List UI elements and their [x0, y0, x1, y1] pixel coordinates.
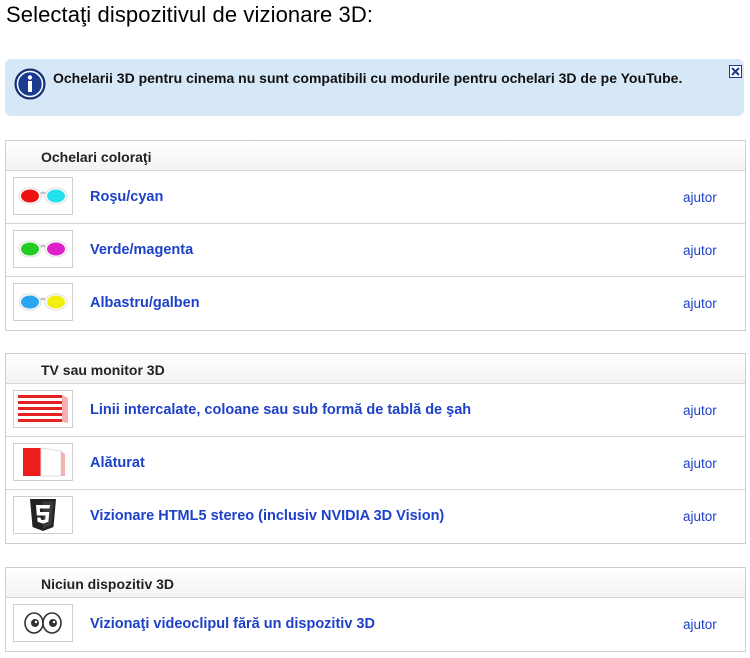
interlaced-lines-icon [13, 390, 73, 428]
group-header: Ochelari coloraţi [6, 141, 745, 171]
option-label[interactable]: Roşu/cyan [90, 189, 163, 205]
help-link[interactable]: ajutor [683, 243, 717, 258]
option-label[interactable]: Alăturat [90, 455, 145, 471]
option-label[interactable]: Linii intercalate, coloane sau sub formă… [90, 402, 471, 418]
group-header: TV sau monitor 3D [6, 354, 745, 384]
option-label[interactable]: Vizionaţi videoclipul fără un dispozitiv… [90, 616, 375, 632]
group-colored-glasses: Ochelari coloraţi Roşu/cyan ajutor Verde… [5, 140, 746, 331]
help-link[interactable]: ajutor [683, 296, 717, 311]
help-link[interactable]: ajutor [683, 456, 717, 471]
red-cyan-glasses-icon [13, 177, 73, 215]
option-interlaced[interactable]: Linii intercalate, coloane sau sub formă… [6, 384, 745, 437]
info-icon [14, 68, 46, 100]
page-title: Selectaţi dispozitivul de vizionare 3D: [6, 2, 374, 27]
group-no-3d-device: Niciun dispozitiv 3D Vizionaţi videoclip… [5, 567, 746, 652]
info-banner: Ochelarii 3D pentru cinema nu sunt compa… [5, 59, 744, 116]
option-label[interactable]: Vizionare HTML5 stereo (inclusiv NVIDIA … [90, 508, 444, 524]
group-3d-tv-monitor: TV sau monitor 3D Linii intercalate, col… [5, 353, 746, 544]
help-link[interactable]: ajutor [683, 617, 717, 632]
option-green-magenta[interactable]: Verde/magenta ajutor [6, 224, 745, 277]
group-title: Ochelari coloraţi [41, 149, 152, 165]
blue-yellow-glasses-icon [13, 283, 73, 321]
group-header: Niciun dispozitiv 3D [6, 568, 745, 598]
green-magenta-glasses-icon [13, 230, 73, 268]
group-title: TV sau monitor 3D [41, 362, 165, 378]
help-link[interactable]: ajutor [683, 509, 717, 524]
option-label[interactable]: Verde/magenta [90, 242, 193, 258]
option-html5-stereo[interactable]: Vizionare HTML5 stereo (inclusiv NVIDIA … [6, 490, 745, 543]
option-no-device[interactable]: Vizionaţi videoclipul fără un dispozitiv… [6, 598, 745, 651]
side-by-side-icon [13, 443, 73, 481]
close-icon[interactable] [729, 65, 742, 78]
info-message: Ochelarii 3D pentru cinema nu sunt compa… [53, 70, 683, 86]
option-red-cyan[interactable]: Roşu/cyan ajutor [6, 171, 745, 224]
help-link[interactable]: ajutor [683, 190, 717, 205]
group-title: Niciun dispozitiv 3D [41, 576, 175, 592]
option-label[interactable]: Albastru/galben [90, 295, 200, 311]
eyes-icon [13, 604, 73, 642]
html5-icon [13, 496, 73, 534]
option-blue-yellow[interactable]: Albastru/galben ajutor [6, 277, 745, 330]
help-link[interactable]: ajutor [683, 403, 717, 418]
option-side-by-side[interactable]: Alăturat ajutor [6, 437, 745, 490]
